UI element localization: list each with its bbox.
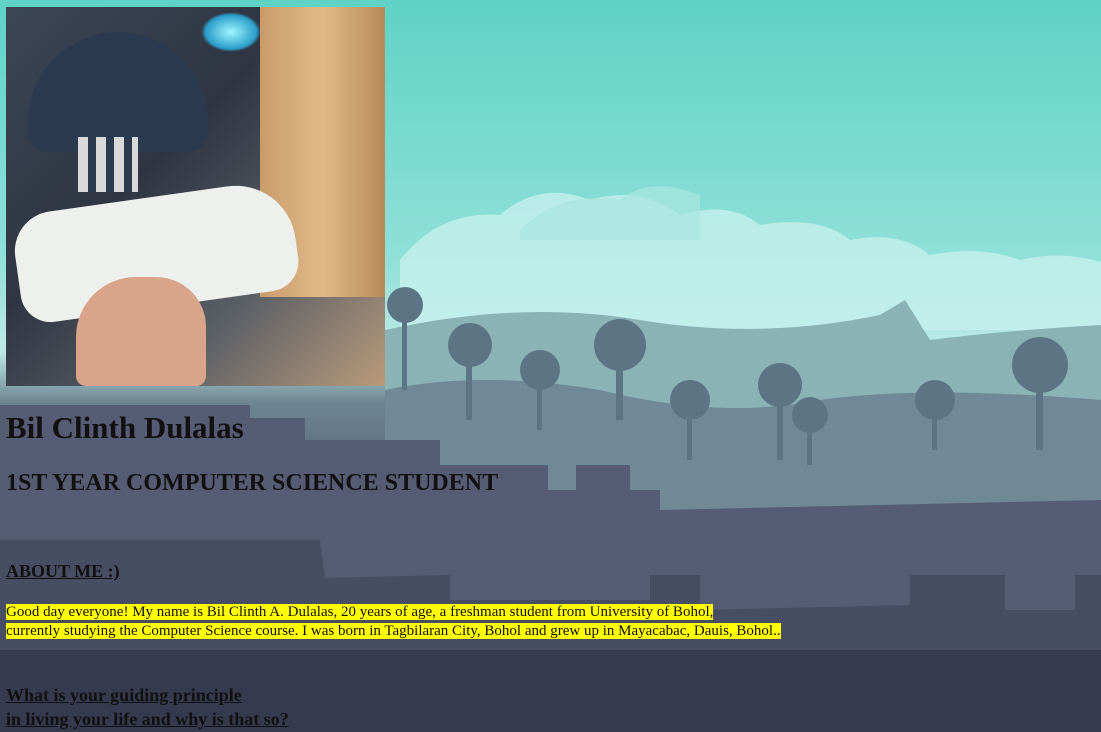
profile-role: 1ST YEAR COMPUTER SCIENCE STUDENT <box>6 470 499 496</box>
profile-photo <box>6 7 385 386</box>
cloud-layer <box>400 192 1101 330</box>
about-line-2: currently studying the Computer Science … <box>6 623 781 639</box>
about-line-1: Good day everyone! My name is Bil Clinth… <box>6 604 714 620</box>
about-heading: ABOUT ME :) <box>6 561 120 581</box>
profile-name: Bil Clinth Dulalas <box>6 410 244 445</box>
question-line-2: in living your life and why is that so? <box>6 709 289 729</box>
about-paragraph: Good day everyone! My name is Bil Clinth… <box>6 603 781 641</box>
question-line-1: What is your guiding principle <box>6 685 242 705</box>
guiding-principle-heading: What is your guiding principle in living … <box>6 683 289 731</box>
